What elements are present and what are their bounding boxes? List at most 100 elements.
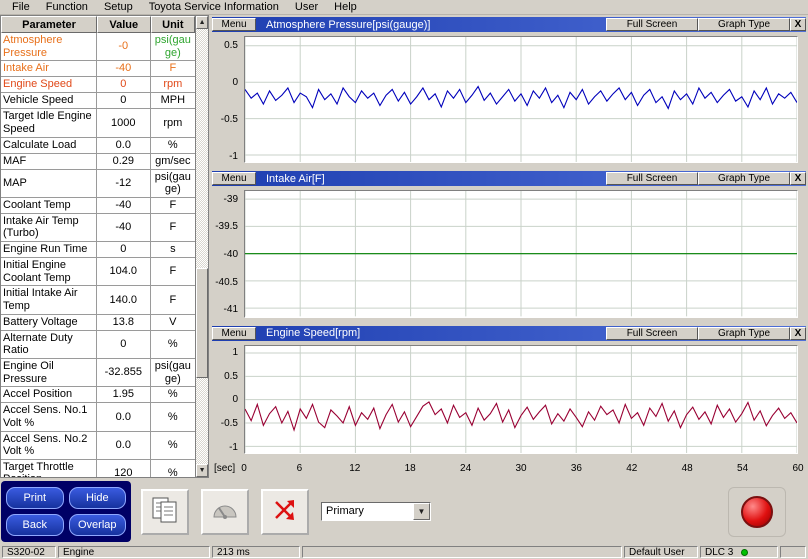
table-row[interactable]: Alternate Duty Ratio0% — [1, 331, 195, 359]
print-button[interactable]: Print — [6, 487, 64, 509]
close-icon[interactable]: X — [790, 172, 806, 185]
chart-plot[interactable] — [244, 190, 798, 317]
cell-value: 0.0 — [97, 138, 150, 153]
status-bar: S320-02 Engine 213 ms Default User DLC 3 — [0, 545, 808, 559]
menu-function[interactable]: Function — [38, 0, 96, 14]
navigation-panel: Print Hide Back Overlap — [1, 481, 131, 542]
table-row[interactable]: Accel Sens. No.1 Volt %0.0% — [1, 403, 195, 431]
table-row[interactable]: Target Idle Engine Speed1000rpm — [1, 109, 195, 137]
scrollbar-thumb[interactable] — [196, 268, 208, 378]
data-list-button[interactable] — [141, 489, 189, 535]
cell-parameter: MAP — [1, 170, 97, 197]
cell-value: 0.0 — [97, 403, 150, 430]
status-connection: DLC 3 — [700, 546, 778, 558]
gauge-button[interactable] — [201, 489, 249, 535]
cell-unit: F — [151, 61, 196, 76]
chart-menu-button[interactable]: Menu — [212, 18, 256, 31]
view-select[interactable]: Primary ▼ — [321, 502, 431, 521]
x-axis-unit-label: [sec] — [214, 463, 235, 474]
table-row[interactable]: Coolant Temp-40F — [1, 198, 195, 214]
chart-menu-button[interactable]: Menu — [212, 327, 256, 340]
chart-plot[interactable] — [244, 36, 798, 163]
menu-setup[interactable]: Setup — [96, 0, 141, 14]
chart-menu-button[interactable]: Menu — [212, 172, 256, 185]
cell-unit: % — [151, 331, 196, 358]
table-row[interactable]: Intake Air-40F — [1, 61, 195, 77]
menu-toyota-service-information[interactable]: Toyota Service Information — [141, 0, 287, 14]
table-row[interactable]: MAP-12psi(gauge) — [1, 170, 195, 198]
y-tick-label: -1 — [229, 151, 238, 162]
chart-title: Engine Speed[rpm] — [266, 327, 360, 339]
header-unit[interactable]: Unit — [151, 16, 196, 33]
chart-title: Atmosphere Pressure[psi(gauge)] — [266, 19, 430, 31]
table-scrollbar[interactable]: ▲ ▼ — [195, 16, 208, 477]
header-parameter[interactable]: Parameter — [1, 16, 97, 33]
scrollbar-track[interactable] — [196, 29, 208, 464]
table-row[interactable]: Calculate Load0.0% — [1, 138, 195, 154]
table-row[interactable]: Accel Position1.95% — [1, 387, 195, 403]
bottom-controls: Print Hide Back Overlap — [0, 478, 808, 545]
table-row[interactable]: MAF0.29gm/sec — [1, 154, 195, 170]
chevron-down-icon[interactable]: ▼ — [413, 503, 430, 520]
header-value[interactable]: Value — [97, 16, 150, 33]
close-icon[interactable]: X — [790, 18, 806, 31]
scroll-up-icon[interactable]: ▲ — [196, 16, 208, 29]
graph-type-button[interactable]: Graph Type — [698, 18, 790, 31]
overlap-button[interactable]: Overlap — [69, 514, 127, 536]
main-area: Parameter Value Unit Atmosphere Pressure… — [0, 15, 808, 478]
cell-value: 0.29 — [97, 154, 150, 169]
table-row[interactable]: Engine Run Time0s — [1, 242, 195, 258]
parameter-table-body: Atmosphere Pressure-0psi(gauge)Intake Ai… — [1, 33, 195, 477]
back-button[interactable]: Back — [6, 514, 64, 536]
hide-button[interactable]: Hide — [69, 487, 127, 509]
scroll-down-icon[interactable]: ▼ — [196, 464, 208, 477]
cell-parameter: Initial Intake Air Temp — [1, 286, 97, 313]
cell-value: -40 — [97, 214, 150, 241]
cell-value: -40 — [97, 198, 150, 213]
cell-value: 1.95 — [97, 387, 150, 402]
x-tick-label: 42 — [626, 463, 637, 474]
table-row[interactable]: Intake Air Temp (Turbo)-40F — [1, 214, 195, 242]
cell-parameter: Engine Speed — [1, 77, 97, 92]
x-tick-label: 0 — [241, 463, 247, 474]
menu-help[interactable]: Help — [326, 0, 365, 14]
cell-unit: F — [151, 198, 196, 213]
full-screen-button[interactable]: Full Screen — [606, 327, 698, 340]
y-tick-label: 0 — [232, 394, 238, 405]
cell-value: -0 — [97, 33, 150, 60]
connection-indicator-icon — [741, 549, 748, 556]
table-row[interactable]: Atmosphere Pressure-0psi(gauge) — [1, 33, 195, 61]
cell-value: -32.855 — [97, 359, 150, 386]
graph-type-button[interactable]: Graph Type — [698, 327, 790, 340]
full-screen-button[interactable]: Full Screen — [606, 172, 698, 185]
x-tick-label: 12 — [349, 463, 360, 474]
cell-unit: gm/sec — [151, 154, 196, 169]
record-button[interactable] — [741, 496, 773, 528]
swap-arrows-icon — [270, 495, 300, 528]
table-row[interactable]: Vehicle Speed0MPH — [1, 93, 195, 109]
swap-button[interactable] — [261, 489, 309, 535]
y-tick-label: -0.5 — [221, 114, 238, 125]
cell-parameter: Accel Sens. No.1 Volt % — [1, 403, 97, 430]
table-row[interactable]: Initial Engine Coolant Temp104.0F — [1, 258, 195, 286]
close-icon[interactable]: X — [790, 327, 806, 340]
menu-file[interactable]: File — [4, 0, 38, 14]
full-screen-button[interactable]: Full Screen — [606, 18, 698, 31]
table-row[interactable]: Initial Intake Air Temp140.0F — [1, 286, 195, 314]
cell-unit: F — [151, 214, 196, 241]
y-tick-label: -39.5 — [215, 221, 238, 232]
cell-value: 0 — [97, 93, 150, 108]
chart-titlebar: Menu Atmosphere Pressure[psi(gauge)] Ful… — [212, 17, 806, 32]
x-tick-label: 18 — [405, 463, 416, 474]
cell-parameter: Alternate Duty Ratio — [1, 331, 97, 358]
cell-unit: % — [151, 403, 196, 430]
graph-type-button[interactable]: Graph Type — [698, 172, 790, 185]
table-row[interactable]: Target Throttle Position120% — [1, 460, 195, 477]
table-row[interactable]: Battery Voltage13.8V — [1, 315, 195, 331]
chart-plot[interactable] — [244, 345, 798, 454]
table-row[interactable]: Engine Oil Pressure-32.855psi(gauge) — [1, 359, 195, 387]
status-user: Default User — [624, 546, 698, 558]
menu-user[interactable]: User — [287, 0, 326, 14]
table-row[interactable]: Engine Speed0rpm — [1, 77, 195, 93]
table-row[interactable]: Accel Sens. No.2 Volt %0.0% — [1, 432, 195, 460]
